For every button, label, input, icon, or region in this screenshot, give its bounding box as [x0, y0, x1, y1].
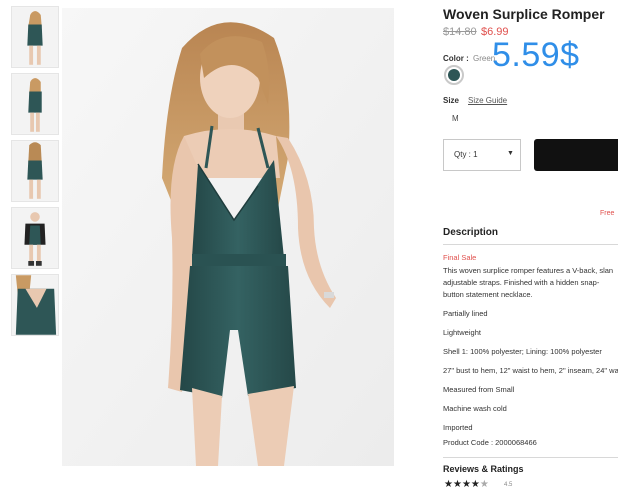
model-thumbnail-image: [12, 74, 58, 134]
thumbnail-side[interactable]: [11, 73, 59, 135]
spec-item: Lightweight: [443, 328, 481, 337]
thumbnail-front[interactable]: [11, 6, 59, 68]
divider: [443, 457, 618, 458]
spec-item: 27" bust to hem, 12" waist to hem, 2" in…: [443, 366, 618, 375]
model-thumbnail-image: [12, 7, 58, 67]
description-text: This woven surplice romper features a V-…: [443, 266, 614, 299]
main-product-image[interactable]: [62, 8, 394, 466]
star-rating: ★★★★★: [444, 479, 489, 490]
spec-item: Machine wash cold: [443, 404, 507, 413]
thumbnail-styled[interactable]: [11, 207, 59, 269]
model-thumbnail-image: [12, 275, 58, 335]
color-swatch-green[interactable]: [444, 65, 464, 85]
reviews-heading[interactable]: Reviews & Ratings: [443, 464, 524, 474]
star-half-icon: ★: [479, 479, 489, 490]
original-price: $14.80: [443, 26, 477, 38]
star-icon: ★: [470, 479, 480, 490]
spec-item: Imported: [443, 423, 473, 432]
product-details-panel: Woven Surplice Romper $14.80 $6.99 Color…: [443, 0, 618, 490]
spec-item: Partially lined: [443, 309, 488, 318]
model-thumbnail-image: [12, 141, 58, 201]
product-code: Product Code : 2000068466: [443, 438, 537, 447]
star-icon: ★: [461, 479, 471, 490]
description-heading[interactable]: Description: [443, 227, 498, 238]
size-label: Size: [443, 96, 460, 105]
color-value: Green: [473, 54, 496, 63]
product-title: Woven Surplice Romper: [443, 6, 605, 22]
swatch-fill: [448, 69, 460, 81]
size-guide-link[interactable]: Size Guide: [468, 96, 507, 105]
final-sale-label: Final Sale: [443, 253, 477, 262]
model-thumbnail-image: [12, 208, 58, 268]
spec-item: Shell 1: 100% polyester; Lining: 100% po…: [443, 347, 602, 356]
free-shipping-note: Free: [600, 210, 615, 217]
star-icon: ★: [452, 479, 462, 490]
chevron-down-icon: ▼: [507, 150, 514, 157]
add-to-bag-button[interactable]: [534, 139, 618, 171]
quantity-select[interactable]: Qty : 1 ▼: [443, 139, 521, 171]
model-photo: [62, 8, 394, 466]
color-label: Color :: [443, 54, 469, 63]
thumbnail-back[interactable]: [11, 140, 59, 202]
sale-price: $6.99: [481, 26, 509, 38]
spec-item: Measured from Small: [443, 385, 515, 394]
rating-value: 4.5: [504, 482, 513, 488]
thumbnail-detail[interactable]: [11, 274, 59, 336]
star-icon: ★: [444, 479, 453, 490]
quantity-value: Qty : 1: [454, 150, 478, 159]
divider: [443, 244, 618, 245]
size-option-m[interactable]: M: [452, 114, 459, 123]
